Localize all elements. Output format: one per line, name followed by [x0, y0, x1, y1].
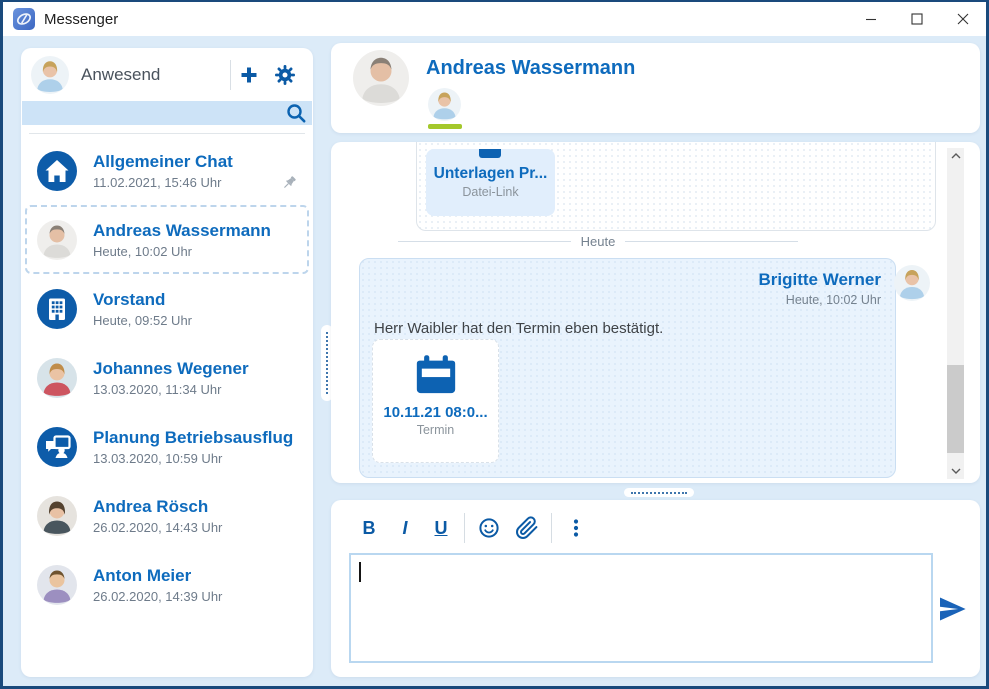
message-scrollbar[interactable]: [947, 148, 964, 479]
emoji-button[interactable]: [470, 512, 508, 544]
send-button[interactable]: [935, 593, 969, 627]
search-bar: [22, 101, 312, 125]
message-time: Heute, 10:02 Uhr: [374, 293, 881, 307]
bold-button[interactable]: B: [351, 512, 387, 544]
file-link-attachment[interactable]: Unterlagen Pr... Datei-Link: [426, 149, 555, 216]
minimize-button[interactable]: [848, 2, 894, 36]
file-icon: [479, 149, 501, 158]
sidebar: Anwesend: [21, 48, 313, 677]
group-chat-icon: [37, 427, 77, 467]
scroll-down-arrow[interactable]: [947, 463, 964, 479]
scroll-up-arrow[interactable]: [947, 148, 964, 164]
settings-gear-button[interactable]: [267, 57, 303, 93]
message-bubble: Brigitte Werner Heute, 10:02 Uhr Herr Wa…: [359, 258, 896, 478]
attachment-paperclip-button[interactable]: [508, 512, 546, 544]
chat-partner-avatar: [353, 50, 409, 106]
window-controls: [848, 2, 986, 36]
message-sender: Brigitte Werner: [374, 270, 881, 290]
chat-name: Planung Betriebsausflug: [93, 428, 293, 448]
message-history: Unterlagen Pr... Datei-Link Heute Brigit…: [331, 142, 980, 483]
close-button[interactable]: [940, 2, 986, 36]
title-bar: Messenger: [3, 2, 986, 36]
more-options-kebab-button[interactable]: [557, 512, 595, 544]
chat-list-item-andreas-wassermann[interactable]: Andreas Wassermann Heute, 10:02 Uhr: [25, 205, 309, 274]
search-icon[interactable]: [284, 101, 308, 125]
toolbar-divider: [464, 513, 465, 543]
chat-name: Johannes Wegener: [93, 359, 249, 379]
scrollbar-thumb[interactable]: [947, 365, 964, 453]
pin-icon[interactable]: [279, 173, 299, 193]
message-bubble-older: Unterlagen Pr... Datei-Link: [416, 142, 936, 231]
calendar-icon: [413, 351, 459, 397]
chat-list-item-andrea-roesch[interactable]: Andrea Rösch 26.02.2020, 14:43 Uhr: [25, 481, 309, 550]
chat-list-item-allgemeiner-chat[interactable]: Allgemeiner Chat 11.02.2021, 15:46 Uhr: [25, 136, 309, 205]
avatar: [37, 358, 77, 398]
date-divider-label: Heute: [581, 234, 616, 249]
format-toolbar: B I U: [351, 512, 595, 544]
message-input[interactable]: [349, 553, 933, 663]
online-status-bar: [428, 124, 462, 129]
sidebar-divider: [29, 133, 305, 134]
participant-avatar[interactable]: [428, 88, 461, 121]
sidebar-header: Anwesend: [21, 48, 313, 101]
current-user-avatar[interactable]: [31, 56, 69, 94]
home-icon: [37, 151, 77, 191]
date-divider: Heute: [398, 234, 798, 249]
chat-list: Allgemeiner Chat 11.02.2021, 15:46 Uhr A…: [25, 136, 309, 619]
underline-button[interactable]: U: [423, 512, 459, 544]
chat-timestamp: 26.02.2020, 14:43 Uhr: [93, 520, 222, 535]
window-title: Messenger: [44, 11, 118, 28]
chat-header: Andreas Wassermann: [331, 43, 980, 133]
messenger-window: Messenger Anwesend: [0, 0, 989, 689]
chat-name: Andreas Wassermann: [93, 221, 271, 241]
chat-name: Andrea Rösch: [93, 497, 222, 517]
chat-name: Allgemeiner Chat: [93, 152, 233, 172]
chat-name: Anton Meier: [93, 566, 222, 586]
app-logo-icon: [13, 8, 35, 30]
attachment-type: Termin: [373, 423, 498, 437]
avatar: [37, 220, 77, 260]
horizontal-splitter-handle[interactable]: [624, 488, 694, 497]
avatar: [37, 565, 77, 605]
chat-timestamp: 11.02.2021, 15:46 Uhr: [93, 175, 233, 190]
chat-timestamp: 26.02.2020, 14:39 Uhr: [93, 589, 222, 604]
compose-area: B I U: [331, 500, 980, 677]
attachment-title: 10.11.21 08:0...: [373, 404, 498, 421]
toolbar-divider: [551, 513, 552, 543]
presence-status-label[interactable]: Anwesend: [81, 65, 160, 85]
chat-name: Vorstand: [93, 290, 192, 310]
avatar: [37, 496, 77, 536]
chat-timestamp: Heute, 09:52 Uhr: [93, 313, 192, 328]
message-text: Herr Waibler hat den Termin eben bestäti…: [374, 320, 881, 337]
chat-list-item-johannes-wegener[interactable]: Johannes Wegener 13.03.2020, 11:34 Uhr: [25, 343, 309, 412]
attachment-type: Datei-Link: [426, 185, 555, 199]
maximize-button[interactable]: [894, 2, 940, 36]
chat-title: Andreas Wassermann: [426, 57, 635, 80]
chat-list-item-vorstand[interactable]: Vorstand Heute, 09:52 Uhr: [25, 274, 309, 343]
app-area: Anwesend: [3, 36, 986, 686]
chat-timestamp: 13.03.2020, 11:34 Uhr: [93, 382, 249, 397]
chat-timestamp: Heute, 10:02 Uhr: [93, 244, 271, 259]
add-chat-button[interactable]: [231, 57, 267, 93]
attachment-title: Unterlagen Pr...: [426, 165, 555, 183]
italic-button[interactable]: I: [387, 512, 423, 544]
chat-list-item-anton-meier[interactable]: Anton Meier 26.02.2020, 14:39 Uhr: [25, 550, 309, 619]
building-icon: [37, 289, 77, 329]
chat-list-item-planung-betriebsausflug[interactable]: Planung Betriebsausflug 13.03.2020, 10:5…: [25, 412, 309, 481]
text-caret: [359, 562, 361, 582]
chat-timestamp: 13.03.2020, 10:59 Uhr: [93, 451, 293, 466]
sender-avatar: [894, 265, 930, 301]
search-input[interactable]: [22, 101, 284, 125]
termin-attachment[interactable]: 10.11.21 08:0... Termin: [372, 339, 499, 463]
